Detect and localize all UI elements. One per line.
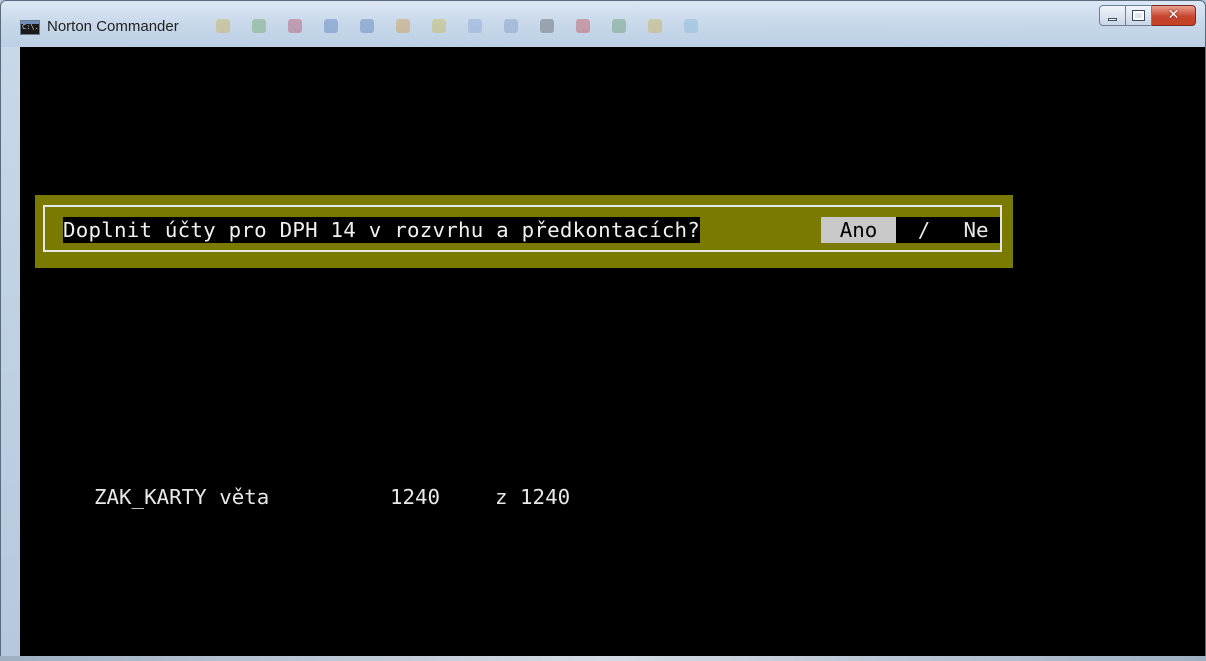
- close-button[interactable]: ✕: [1152, 5, 1196, 26]
- maximize-icon: [1132, 10, 1145, 21]
- taskbar-edge: [0, 656, 1206, 661]
- confirm-dialog: Doplnit účty pro DPH 14 v rozvrhu a před…: [35, 195, 1013, 268]
- minimize-button[interactable]: [1099, 5, 1126, 26]
- close-icon: ✕: [1167, 7, 1180, 23]
- console-area[interactable]: Doplnit účty pro DPH 14 v rozvrhu a před…: [20, 47, 1205, 657]
- option-separator: /: [896, 217, 952, 243]
- option-no[interactable]: Ne: [952, 217, 1000, 243]
- maximize-button[interactable]: [1126, 5, 1152, 26]
- dialog-question: Doplnit účty pro DPH 14 v rozvrhu a před…: [63, 217, 701, 243]
- minimize-icon: [1108, 18, 1117, 21]
- option-yes[interactable]: Ano: [821, 217, 896, 243]
- console-app-icon[interactable]: C:\.: [20, 20, 40, 35]
- console-window: C:\. Norton Commander ✕ Doplnit účty pro…: [0, 0, 1206, 661]
- status-table-label: ZAK_KARTY věta: [94, 485, 270, 509]
- window-title: Norton Commander: [47, 18, 179, 35]
- status-total: z 1240: [495, 485, 571, 509]
- background-toolbar-ghost: [216, 13, 836, 39]
- status-current-record: 1240: [390, 485, 441, 509]
- title-bar[interactable]: C:\. Norton Commander ✕: [1, 1, 1205, 47]
- window-controls: ✕: [1099, 5, 1196, 27]
